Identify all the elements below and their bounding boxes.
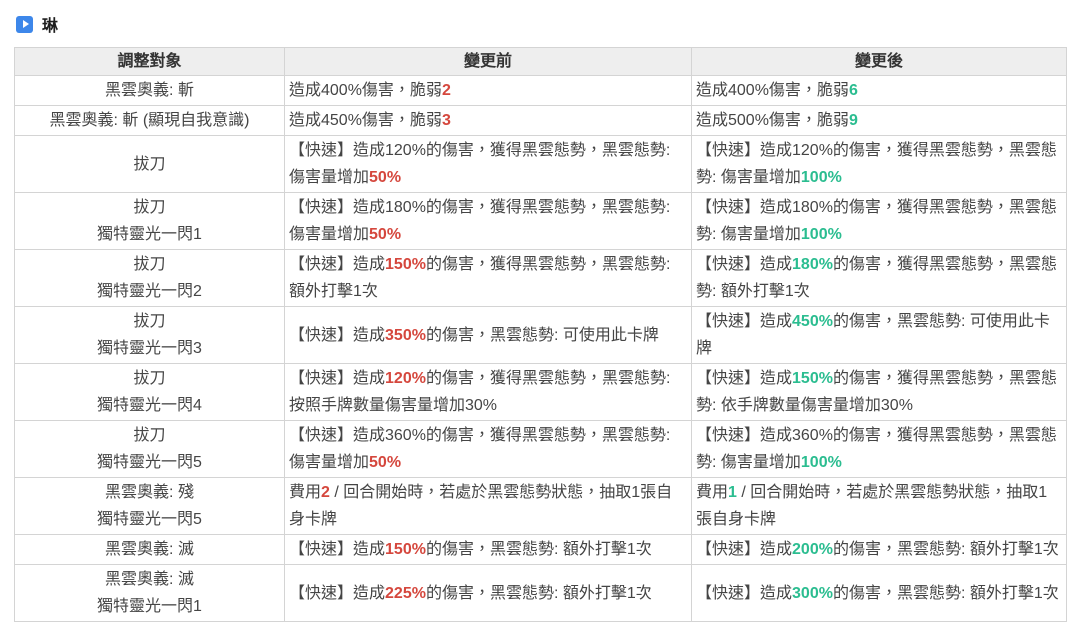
after-change-cell: 【快速】造成450%的傷害，黑雲態勢: 可使用此卡牌 — [691, 306, 1067, 364]
column-header-before: 變更前 — [284, 47, 692, 76]
section-header: 琳 — [16, 14, 1066, 35]
after-change-cell: 【快速】造成360%的傷害，獲得黑雲態勢，黑雲態勢: 傷害量增加100% — [691, 420, 1067, 478]
after-change-cell: 【快速】造成200%的傷害，黑雲態勢: 額外打擊1次 — [691, 534, 1067, 565]
adjust-target-cell: 黑雲奧義: 滅獨特靈光一閃1 — [14, 564, 285, 622]
before-change-cell: 【快速】造成225%的傷害，黑雲態勢: 額外打擊1次 — [284, 564, 692, 622]
play-icon — [16, 15, 33, 33]
after-change-cell: 造成400%傷害，脆弱6 — [691, 75, 1067, 106]
table-row: 黑雲奧義: 斬 造成400%傷害，脆弱2 造成400%傷害，脆弱6 — [14, 75, 1067, 106]
adjust-target-cell: 拔刀 — [14, 135, 285, 193]
after-change-cell: 造成500%傷害，脆弱9 — [691, 105, 1067, 136]
before-change-cell: 【快速】造成360%的傷害，獲得黑雲態勢，黑雲態勢: 傷害量增加50% — [284, 420, 692, 478]
adjust-target-cell: 黑雲奧義: 滅 — [14, 534, 285, 565]
before-change-cell: 造成400%傷害，脆弱2 — [284, 75, 692, 106]
table-row: 黑雲奧義: 斬 (顯現自我意識) 造成450%傷害，脆弱3 造成500%傷害，脆… — [14, 105, 1067, 136]
table-row: 拔刀 獨特靈光一閃5 【快速】造成360%的傷害，獲得黑雲態勢，黑雲態勢: 傷害量… — [14, 420, 1067, 478]
adjust-target-cell: 黑雲奧義: 斬 — [14, 75, 285, 106]
adjust-target-cell: 黑雲奧義: 殘獨特靈光一閃5 — [14, 477, 285, 535]
adjust-target-cell: 拔刀 獨特靈光一閃1 — [14, 192, 285, 250]
table-row: 黑雲奧義: 殘獨特靈光一閃5 費用2 / 回合開始時，若處於黑雲態勢狀態，抽取1… — [14, 477, 1067, 535]
page-title: 琳 — [42, 18, 59, 35]
column-header-after: 變更後 — [691, 47, 1067, 76]
before-change-cell: 【快速】造成150%的傷害，獲得黑雲態勢，黑雲態勢: 額外打擊1次 — [284, 249, 692, 307]
adjust-target-cell: 黑雲奧義: 斬 (顯現自我意識) — [14, 105, 285, 136]
after-change-cell: 【快速】造成120%的傷害，獲得黑雲態勢，黑雲態勢: 傷害量增加100% — [691, 135, 1067, 193]
before-change-cell: 造成450%傷害，脆弱3 — [284, 105, 692, 136]
after-change-cell: 【快速】造成300%的傷害，黑雲態勢: 額外打擊1次 — [691, 564, 1067, 622]
table-row: 黑雲奧義: 滅 【快速】造成150%的傷害，黑雲態勢: 額外打擊1次 【快速】造… — [14, 534, 1067, 565]
before-change-cell: 【快速】造成150%的傷害，黑雲態勢: 額外打擊1次 — [284, 534, 692, 565]
before-change-cell: 【快速】造成180%的傷害，獲得黑雲態勢，黑雲態勢: 傷害量增加50% — [284, 192, 692, 250]
page: 琳 調整對象 變更前 變更後 黑雲奧義: 斬 造成400%傷害，脆弱2 造成40… — [0, 0, 1080, 622]
after-change-cell: 費用1 / 回合開始時，若處於黑雲態勢狀態，抽取1張自身卡牌 — [691, 477, 1067, 535]
adjust-target-cell: 拔刀 獨特靈光一閃4 — [14, 363, 285, 421]
before-change-cell: 【快速】造成120%的傷害，獲得黑雲態勢，黑雲態勢: 按照手牌數量傷害量增加30… — [284, 363, 692, 421]
after-change-cell: 【快速】造成180%的傷害，獲得黑雲態勢，黑雲態勢: 額外打擊1次 — [691, 249, 1067, 307]
table-body: 黑雲奧義: 斬 造成400%傷害，脆弱2 造成400%傷害，脆弱6 黑雲奧義: … — [14, 75, 1067, 622]
before-change-cell: 【快速】造成120%的傷害，獲得黑雲態勢，黑雲態勢: 傷害量增加50% — [284, 135, 692, 193]
after-change-cell: 【快速】造成180%的傷害，獲得黑雲態勢，黑雲態勢: 傷害量增加100% — [691, 192, 1067, 250]
adjust-target-cell: 拔刀 獨特靈光一閃2 — [14, 249, 285, 307]
table-row: 拔刀 獨特靈光一閃2 【快速】造成150%的傷害，獲得黑雲態勢，黑雲態勢: 額外打… — [14, 249, 1067, 307]
adjust-target-cell: 拔刀 獨特靈光一閃5 — [14, 420, 285, 478]
table-row: 黑雲奧義: 滅獨特靈光一閃1 【快速】造成225%的傷害，黑雲態勢: 額外打擊1… — [14, 564, 1067, 622]
table-row: 拔刀 獨特靈光一閃3 【快速】造成350%的傷害，黑雲態勢: 可使用此卡牌 【快速… — [14, 306, 1067, 364]
changes-table: 調整對象 變更前 變更後 黑雲奧義: 斬 造成400%傷害，脆弱2 造成400%… — [14, 47, 1067, 622]
before-change-cell: 費用2 / 回合開始時，若處於黑雲態勢狀態，抽取1張自身卡牌 — [284, 477, 692, 535]
before-change-cell: 【快速】造成350%的傷害，黑雲態勢: 可使用此卡牌 — [284, 306, 692, 364]
table-row: 拔刀 獨特靈光一閃1 【快速】造成180%的傷害，獲得黑雲態勢，黑雲態勢: 傷害量… — [14, 192, 1067, 250]
table-header-row: 調整對象 變更前 變更後 — [14, 47, 1067, 76]
table-row: 拔刀 【快速】造成120%的傷害，獲得黑雲態勢，黑雲態勢: 傷害量增加50% 【… — [14, 135, 1067, 193]
after-change-cell: 【快速】造成150%的傷害，獲得黑雲態勢，黑雲態勢: 依手牌數量傷害量增加30% — [691, 363, 1067, 421]
adjust-target-cell: 拔刀 獨特靈光一閃3 — [14, 306, 285, 364]
column-header-target: 調整對象 — [14, 47, 285, 76]
table-row: 拔刀 獨特靈光一閃4 【快速】造成120%的傷害，獲得黑雲態勢，黑雲態勢: 按照手… — [14, 363, 1067, 421]
